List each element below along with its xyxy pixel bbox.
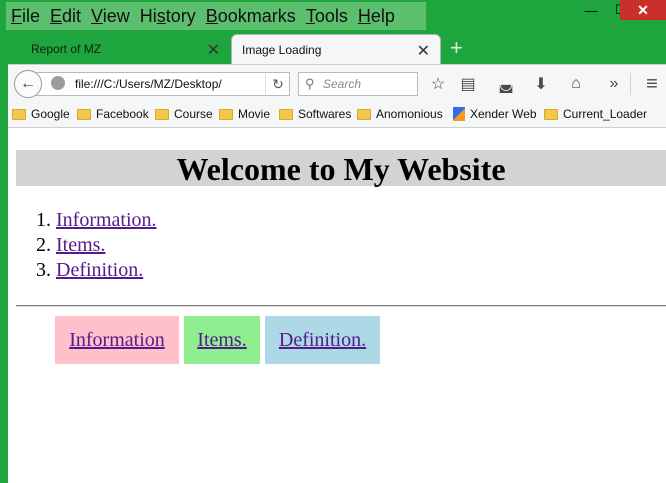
globe-icon — [51, 76, 65, 90]
folder-icon — [12, 108, 26, 120]
window-close-button[interactable]: ✕ — [620, 0, 666, 20]
search-input[interactable]: ⚲ Search — [298, 72, 418, 96]
folder-icon — [279, 108, 293, 120]
tab-title: Image Loading — [242, 42, 322, 57]
reload-icon[interactable]: ↻ — [265, 74, 290, 94]
folder-icon — [155, 108, 169, 120]
box-link-information[interactable]: Information — [69, 329, 165, 352]
link-list: Information. Items. Definition. — [16, 208, 157, 283]
reading-list-icon[interactable]: ▤ — [458, 74, 478, 94]
close-icon[interactable]: ✕ — [417, 41, 430, 61]
nav-toolbar: file:///C:/Users/MZ/Desktop/ ↻ ← ⚲ Searc… — [8, 64, 666, 103]
folder-icon — [219, 108, 233, 120]
pocket-icon[interactable]: ◛ — [496, 74, 516, 94]
bookmark-google[interactable]: Google — [12, 107, 70, 121]
tab-image-loading[interactable]: Image Loading ✕ — [231, 34, 441, 64]
link-information[interactable]: Information. — [56, 209, 157, 231]
list-item: Information. — [56, 208, 157, 233]
folder-icon — [77, 108, 91, 120]
hamburger-menu-icon[interactable]: ≡ — [642, 73, 662, 95]
page-title: Welcome to My Website — [16, 150, 666, 187]
menu-file[interactable]: File — [6, 2, 45, 30]
menu-tools[interactable]: Tools — [301, 2, 353, 30]
window-close-area: ✕ — [620, 0, 666, 20]
link-boxes: Information Items. Definition. — [55, 316, 385, 364]
url-text[interactable]: file:///C:/Users/MZ/Desktop/ — [75, 77, 222, 91]
bookmark-course[interactable]: Course — [155, 107, 213, 121]
bookmark-softwares[interactable]: Softwares — [279, 107, 351, 121]
tab-report-of-mz[interactable]: Report of MZ ✕ — [8, 34, 230, 64]
menu-history[interactable]: History — [135, 2, 201, 30]
menu-bookmarks[interactable]: Bookmarks — [201, 2, 301, 30]
search-icon: ⚲ — [305, 76, 315, 91]
box-link-items[interactable]: Items. — [197, 329, 246, 352]
menu-edit[interactable]: Edit — [45, 2, 86, 30]
box-items: Items. — [184, 316, 260, 364]
bookmark-facebook[interactable]: Facebook — [77, 107, 149, 121]
bookmark-anomonious[interactable]: Anomonious — [357, 107, 443, 121]
menu-bar: File Edit View History Bookmarks Tools H… — [6, 2, 426, 30]
bookmarks-bar: Google Facebook Course Movie Softwares A… — [8, 102, 666, 128]
star-icon[interactable]: ☆ — [428, 74, 448, 94]
box-information: Information — [55, 316, 179, 364]
search-placeholder: Search — [323, 77, 362, 91]
horizontal-rule — [16, 305, 666, 307]
minimize-button[interactable]: — — [576, 0, 606, 20]
download-icon[interactable]: ⬇ — [531, 74, 551, 94]
list-item: Definition. — [56, 258, 157, 283]
list-item: Items. — [56, 233, 157, 258]
page-content: Welcome to My Website Information. Items… — [8, 128, 666, 483]
back-arrow-icon[interactable]: ← — [14, 70, 42, 98]
folder-icon — [544, 108, 558, 120]
overflow-chevron-icon[interactable]: » — [604, 74, 624, 94]
url-bar[interactable]: file:///C:/Users/MZ/Desktop/ ↻ — [36, 72, 290, 96]
folder-icon — [357, 108, 371, 120]
menu-view[interactable]: View — [86, 2, 135, 30]
bookmark-movie[interactable]: Movie — [219, 107, 270, 121]
xender-icon — [453, 107, 465, 121]
new-tab-button[interactable]: + — [450, 36, 463, 60]
bookmark-current-loader[interactable]: Current_Loader — [544, 107, 647, 121]
close-icon[interactable]: ✕ — [207, 40, 220, 60]
bookmark-xender-web[interactable]: Xender Web — [453, 107, 537, 121]
tab-title: Report of MZ — [31, 42, 102, 56]
box-definition: Definition. — [265, 316, 380, 364]
link-items[interactable]: Items. — [56, 234, 105, 256]
home-icon[interactable]: ⌂ — [566, 74, 586, 94]
link-definition[interactable]: Definition. — [56, 259, 143, 281]
box-link-definition[interactable]: Definition. — [279, 329, 366, 352]
menu-help[interactable]: Help — [353, 2, 400, 30]
toolbar-divider — [630, 73, 631, 95]
